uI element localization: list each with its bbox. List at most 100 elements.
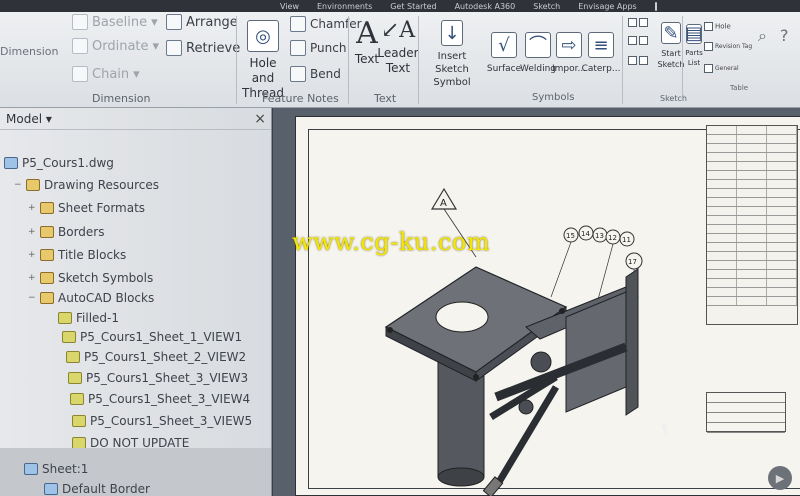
insert-sketch-symbol-button[interactable]: ↓ Insert Sketch Symbol [420, 20, 484, 89]
block-icon [66, 351, 80, 363]
symbol-grid-1[interactable] [628, 18, 650, 27]
tree-node-autocad-blocks[interactable]: − AutoCAD Blocks [28, 291, 154, 305]
symbol-grid-3[interactable] [628, 56, 650, 65]
hole-thread-icon: ◎ [247, 20, 279, 52]
general-table-icon [704, 64, 713, 73]
table-group-label: Table [730, 84, 749, 92]
ribbon-separator [622, 16, 623, 104]
revision-tag-button[interactable]: Revision Tag [704, 42, 752, 51]
chamfer-button[interactable]: Chamfer [290, 16, 362, 32]
ordinate-button[interactable]: Ordinate ▾ [72, 38, 159, 54]
collapse-icon[interactable]: − [28, 293, 36, 303]
play-logo-icon[interactable]: ▶ [768, 466, 792, 490]
parts-list-button[interactable]: ▤ Parts List [684, 24, 704, 68]
text-group-label: Text [374, 92, 397, 105]
surface-button[interactable]: √ Surface [487, 32, 521, 77]
hole-and-thread-button[interactable]: ◎ Hole and Thread [240, 20, 286, 101]
drawing-canvas[interactable]: A 15 14 13 12 11 17 [273, 108, 800, 496]
search-icon[interactable]: ⌕ [758, 26, 767, 46]
tree-node-sketch-symbols[interactable]: + Sketch Symbols [28, 271, 153, 285]
close-icon[interactable]: × [254, 111, 266, 127]
svg-text:15: 15 [566, 232, 575, 240]
leader-label-line1: Leader [377, 46, 419, 60]
retrieve-button[interactable]: Retrieve [166, 40, 240, 56]
surface-icon: √ [491, 32, 517, 58]
block-icon [62, 331, 76, 343]
punch-label: Punch [310, 41, 347, 55]
dimension-button[interactable]: Dimension [0, 44, 58, 59]
tab-envisage-apps[interactable]: Envisage Apps [578, 2, 637, 11]
surface-label: Surface [486, 64, 522, 74]
ribbon-minimize-icon[interactable] [654, 1, 657, 11]
drawing-sheet: A 15 14 13 12 11 17 [295, 116, 800, 496]
tree-node-view3[interactable]: P5_Cours1_Sheet_3_VIEW3 [68, 371, 248, 385]
tree-label: Sketch Symbols [58, 271, 154, 285]
tab-sketch[interactable]: Sketch [533, 2, 560, 11]
chevron-down-icon: ▾ [151, 14, 158, 30]
hole-table-icon [704, 22, 713, 31]
ribbon-separator [418, 16, 419, 104]
chain-button[interactable]: Chain ▾ [72, 66, 140, 82]
chevron-down-icon: ▾ [152, 38, 160, 54]
tree-label: P5_Cours1_Sheet_3_VIEW3 [86, 371, 249, 385]
tree-node-borders[interactable]: + Borders [28, 225, 104, 239]
svg-text:12: 12 [608, 234, 617, 242]
parts-list-line2: List [687, 59, 701, 67]
leader-text-button[interactable]: ↙A Leader Text [377, 16, 418, 76]
hole-table-label: Hole [715, 22, 731, 31]
tree-node-drawing-resources[interactable]: − Drawing Resources [14, 178, 159, 192]
drawing-file-icon [4, 157, 18, 169]
text-label: Text [354, 52, 380, 66]
watermark-text: www.cg-ku.com [292, 228, 491, 256]
expand-icon[interactable]: + [28, 203, 36, 213]
punch-button[interactable]: Punch [290, 40, 346, 56]
welding-button[interactable]: ⌒ Welding [520, 32, 556, 77]
hole-table-button[interactable]: Hole [704, 22, 731, 31]
arrange-button[interactable]: Arrange [166, 14, 238, 30]
tab-environments[interactable]: Environments [317, 2, 372, 11]
tree-node-sheet-formats[interactable]: + Sheet Formats [28, 201, 145, 215]
tree-node-view2[interactable]: P5_Cours1_Sheet_2_VIEW2 [66, 350, 246, 364]
browser-model-dropdown[interactable]: Model ▾ [6, 112, 52, 126]
revision-tag-label: Revision Tag [715, 43, 753, 50]
tab-autodesk-a360[interactable]: Autodesk A360 [455, 2, 516, 11]
tree-node-sheet-1[interactable]: Sheet:1 [24, 462, 88, 476]
insert-label-line2: Sketch Symbol [433, 64, 471, 88]
tree-label: P5_Cours1_Sheet_2_VIEW2 [84, 350, 247, 364]
baseline-icon [72, 14, 88, 30]
baseline-label: Baseline [92, 14, 148, 30]
expand-icon[interactable]: + [28, 250, 36, 260]
tree-node-title-blocks[interactable]: + Title Blocks [28, 248, 126, 262]
tree-node-default-border[interactable]: Default Border [44, 482, 150, 496]
ribbon-tab-strip: View Environments Get Started Autodesk A… [0, 0, 800, 12]
start-sketch-line2: Sketch [657, 60, 685, 69]
bend-button[interactable]: Bend [290, 66, 341, 82]
symbol-grid-2[interactable] [628, 36, 650, 45]
tree-node-view1[interactable]: P5_Cours1_Sheet_1_VIEW1 [62, 330, 242, 344]
block-icon [58, 312, 72, 324]
tree-node-view4[interactable]: P5_Cours1_Sheet_3_VIEW4 [70, 392, 250, 406]
tab-view[interactable]: View [280, 2, 299, 11]
start-sketch-button[interactable]: ✎ Start Sketch [658, 22, 684, 70]
start-sketch-icon: ✎ [661, 22, 681, 44]
tree-node-view5[interactable]: P5_Cours1_Sheet_3_VIEW5 [72, 414, 252, 428]
svg-text:11: 11 [622, 236, 631, 244]
baseline-button[interactable]: Baseline ▾ [72, 14, 158, 30]
chain-icon [72, 66, 88, 82]
general-table-button[interactable]: General [704, 64, 739, 73]
expand-icon[interactable]: + [28, 227, 36, 237]
import-button[interactable]: ⇨ Impor... [552, 32, 586, 77]
hole-label-line1: Hole and [249, 56, 277, 85]
folder-icon [40, 226, 54, 238]
welding-icon: ⌒ [525, 32, 551, 58]
collapse-icon[interactable]: − [14, 180, 22, 190]
tree-node-document[interactable]: P5_Cours1.dwg [4, 156, 114, 170]
part-isometric-view[interactable]: A 15 14 13 12 11 17 [326, 157, 726, 496]
ordinate-icon [72, 38, 88, 54]
tab-get-started[interactable]: Get Started [390, 2, 436, 11]
tree-label: P5_Cours1_Sheet_3_VIEW5 [90, 414, 253, 428]
expand-icon[interactable]: + [28, 273, 36, 283]
help-icon[interactable]: ? [780, 26, 789, 45]
caterpillar-button[interactable]: ≡ Caterp... [582, 32, 620, 77]
tree-node-filled-1[interactable]: Filled-1 [58, 311, 119, 325]
